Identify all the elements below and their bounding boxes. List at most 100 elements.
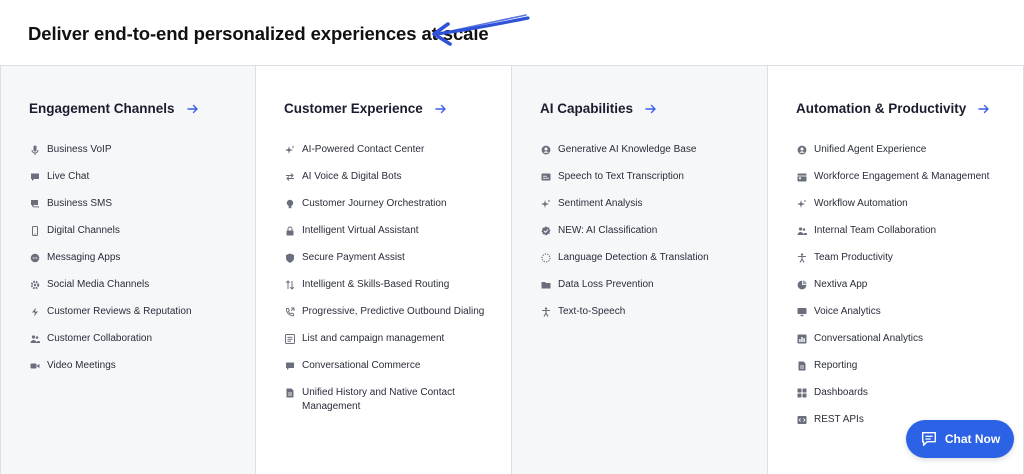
video-camera-icon	[29, 359, 41, 373]
lock-icon	[284, 224, 296, 238]
accessibility-icon	[796, 251, 808, 265]
chat-icon	[921, 431, 936, 447]
column-title: Customer Experience	[284, 101, 423, 116]
grid-icon	[796, 386, 808, 400]
menu-item-label: Progressive, Predictive Outbound Dialing	[302, 306, 485, 317]
message-icon	[29, 251, 41, 265]
menu-item[interactable]: NEW: AI Classification	[540, 224, 753, 251]
menu-item[interactable]: Nextiva App	[796, 278, 1009, 305]
menu-column-2: Customer Experience AI-Powered Contact Ce…	[256, 66, 512, 474]
menu-item[interactable]: Workflow Automation	[796, 197, 1009, 224]
sms-icon	[29, 197, 41, 211]
menu-column-3: AI Capabilities Generative AI Knowledge B…	[512, 66, 768, 474]
menu-item-label: Customer Journey Orchestration	[302, 198, 447, 209]
menu-item-label: Secure Payment Assist	[302, 252, 405, 263]
menu-item[interactable]: Team Productivity	[796, 251, 1009, 278]
badge-check-icon	[540, 224, 552, 238]
menu-item[interactable]: AI-Powered Contact Center	[284, 143, 497, 170]
menu-item-label: Data Loss Prevention	[558, 279, 654, 290]
menu-item[interactable]: Progressive, Predictive Outbound Dialing	[284, 305, 497, 332]
menu-item-label: Workforce Engagement & Management	[814, 171, 990, 182]
menu-item-label: Customer Collaboration	[47, 333, 153, 344]
product-menu-grid: Engagement Channels Business VoIP Live Cha…	[0, 65, 1024, 474]
menu-item[interactable]: Live Chat	[29, 170, 241, 197]
arrow-right-icon	[186, 104, 199, 114]
column-title-link[interactable]: Customer Experience	[284, 101, 447, 116]
menu-item[interactable]: Digital Channels	[29, 224, 241, 251]
chat-bubble-icon	[284, 359, 296, 373]
menu-item[interactable]: List and campaign management	[284, 332, 497, 359]
menu-item[interactable]: Customer Journey Orchestration	[284, 197, 497, 224]
menu-item-label: Video Meetings	[47, 360, 116, 371]
column-title: AI Capabilities	[540, 101, 634, 116]
menu-item[interactable]: Data Loss Prevention	[540, 278, 753, 305]
menu-column-4: Automation & Productivity Unified Agent E…	[768, 66, 1024, 474]
menu-item[interactable]: Voice Analytics	[796, 305, 1009, 332]
column-title: Engagement Channels	[29, 101, 175, 116]
menu-item-label: Reporting	[814, 360, 858, 371]
user-circle-icon	[796, 143, 808, 157]
user-circle-icon	[540, 143, 552, 157]
menu-item[interactable]: Conversational Commerce	[284, 359, 497, 386]
code-icon	[796, 413, 808, 427]
menu-item[interactable]: Intelligent Virtual Assistant	[284, 224, 497, 251]
menu-item-label: Nextiva App	[814, 279, 868, 290]
sparkle-icon	[284, 143, 296, 157]
page-header: Deliver end-to-end personalized experien…	[28, 22, 489, 46]
bar-chart-icon	[796, 332, 808, 346]
menu-item[interactable]: Internal Team Collaboration	[796, 224, 1009, 251]
sparkle-icon	[540, 197, 552, 211]
menu-item-label: Team Productivity	[814, 252, 893, 263]
menu-item[interactable]: Reporting	[796, 359, 1009, 386]
menu-item-label: Unified Agent Experience	[814, 144, 927, 155]
menu-item[interactable]: Conversational Analytics	[796, 332, 1009, 359]
menu-item-list: Business VoIP Live Chat Business SMS Digita…	[29, 143, 241, 386]
menu-item-label: List and campaign management	[302, 333, 445, 344]
column-title-link[interactable]: Engagement Channels	[29, 101, 199, 116]
microphone-icon	[29, 143, 41, 157]
menu-item[interactable]: Speech to Text Transcription	[540, 170, 753, 197]
chat-bubble-icon	[29, 170, 41, 184]
column-title-link[interactable]: Automation & Productivity	[796, 101, 990, 116]
phone-device-icon	[29, 224, 41, 238]
document-icon	[796, 359, 808, 373]
swap-arrows-icon	[284, 170, 296, 184]
menu-item-label: Dashboards	[814, 387, 868, 398]
menu-item[interactable]: Customer Collaboration	[29, 332, 241, 359]
menu-item[interactable]: Messaging Apps	[29, 251, 241, 278]
menu-item[interactable]: Video Meetings	[29, 359, 241, 386]
column-title: Automation & Productivity	[796, 101, 967, 116]
page-title: Deliver end-to-end personalized experien…	[28, 23, 489, 44]
menu-item-label: Business VoIP	[47, 144, 112, 155]
menu-item[interactable]: Language Detection & Translation	[540, 251, 753, 278]
menu-item-label: Messaging Apps	[47, 252, 121, 263]
menu-item[interactable]: Secure Payment Assist	[284, 251, 497, 278]
menu-item-label: Conversational Analytics	[814, 333, 923, 344]
menu-item[interactable]: Customer Reviews & Reputation	[29, 305, 241, 332]
chat-now-button[interactable]: Chat Now	[906, 420, 1014, 458]
menu-item-label: Voice Analytics	[814, 306, 881, 317]
column-title-link[interactable]: AI Capabilities	[540, 101, 657, 116]
menu-item-list: Generative AI Knowledge Base Speech to Te…	[540, 143, 753, 332]
menu-item[interactable]: Business VoIP	[29, 143, 241, 170]
menu-column-1: Engagement Channels Business VoIP Live Cha…	[0, 66, 256, 474]
menu-item[interactable]: Unified Agent Experience	[796, 143, 1009, 170]
menu-item[interactable]: Generative AI Knowledge Base	[540, 143, 753, 170]
menu-item[interactable]: AI Voice & Digital Bots	[284, 170, 497, 197]
menu-item[interactable]: Unified History and Native Contact Manag…	[284, 386, 497, 427]
users-icon	[29, 332, 41, 346]
menu-item[interactable]: Workforce Engagement & Management	[796, 170, 1009, 197]
list-icon	[284, 332, 296, 346]
menu-item[interactable]: Text-to-Speech	[540, 305, 753, 332]
menu-item[interactable]: Dashboards	[796, 386, 1009, 413]
menu-item-label: Speech to Text Transcription	[558, 171, 684, 182]
menu-item-label: Language Detection & Translation	[558, 252, 709, 263]
menu-item[interactable]: Business SMS	[29, 197, 241, 224]
menu-item[interactable]: Social Media Channels	[29, 278, 241, 305]
users-icon	[796, 224, 808, 238]
sort-arrows-icon	[284, 278, 296, 292]
menu-item[interactable]: Sentiment Analysis	[540, 197, 753, 224]
arrow-right-icon	[645, 104, 657, 114]
menu-item[interactable]: Intelligent & Skills-Based Routing	[284, 278, 497, 305]
menu-item-label: Intelligent & Skills-Based Routing	[302, 279, 450, 290]
